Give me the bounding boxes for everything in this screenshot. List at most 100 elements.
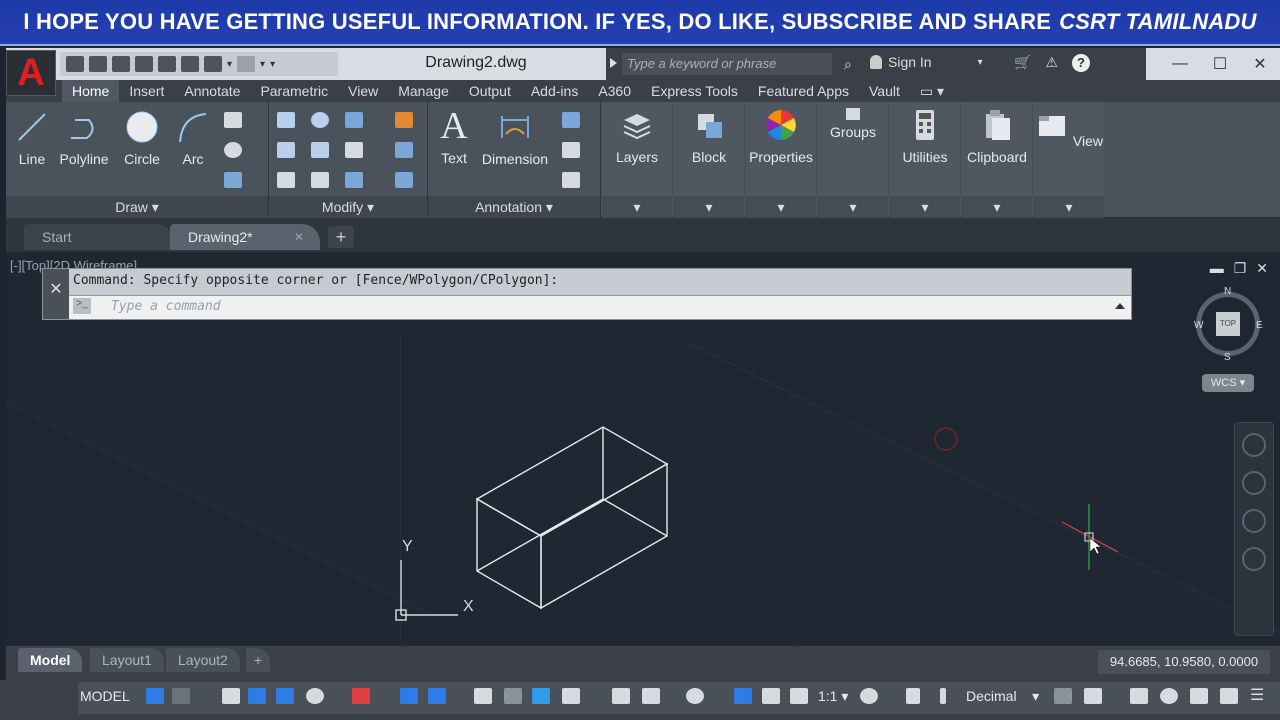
object-snap-tracking-icon[interactable] <box>400 688 418 704</box>
viewport-minimize-icon[interactable]: ▬ <box>1210 260 1224 277</box>
menu-icon[interactable]: ☰ <box>1250 688 1268 704</box>
close-tab-icon[interactable]: ✕ <box>294 224 304 250</box>
sign-in-button[interactable]: Sign In ▾ <box>870 54 983 70</box>
hatch-icon[interactable] <box>224 172 242 188</box>
selection-filter-icon[interactable] <box>642 688 660 704</box>
draw-panel-title[interactable]: Draw ▾ <box>6 196 268 218</box>
rotate-icon[interactable] <box>311 112 329 128</box>
box-wireframe[interactable] <box>475 426 669 610</box>
annotation-visibility-icon[interactable] <box>734 688 752 704</box>
cart-icon[interactable]: 🛒 <box>1014 54 1031 72</box>
command-history-toggle-icon[interactable] <box>1115 303 1125 309</box>
coordinates-display[interactable]: 94.6685, 10.9580, 0.0000 <box>1098 650 1270 674</box>
snap-icon[interactable] <box>172 688 190 704</box>
annotation-monitor-icon[interactable] <box>906 688 920 704</box>
tab-home[interactable]: Home <box>62 80 120 102</box>
ribbon-minimize-toggle-icon[interactable]: ▭ ▾ <box>910 80 954 102</box>
tab-vault[interactable]: Vault <box>859 80 910 102</box>
gizmo-icon[interactable] <box>686 688 704 704</box>
tab-view[interactable]: View <box>338 80 388 102</box>
tab-insert[interactable]: Insert <box>119 80 174 102</box>
plot-to-web-icon[interactable] <box>158 56 176 72</box>
scale-icon[interactable] <box>311 172 329 188</box>
stretch-icon[interactable] <box>277 172 295 188</box>
properties-panel[interactable]: Properties ▾ <box>746 102 816 218</box>
viewcube[interactable]: TOP N S E W <box>1194 286 1264 363</box>
mirror-icon[interactable] <box>311 142 329 158</box>
add-layout-button[interactable]: + <box>246 648 271 672</box>
save-icon[interactable] <box>112 56 130 72</box>
sign-in-dropdown-icon[interactable]: ▾ <box>978 57 983 68</box>
wcs-menu[interactable]: WCS ▾ <box>1202 374 1254 392</box>
tab-a360[interactable]: A360 <box>588 80 641 102</box>
ortho-icon[interactable] <box>276 688 294 704</box>
clipboard-panel[interactable]: Clipboard ▾ <box>962 102 1032 218</box>
line-button[interactable]: Line <box>14 110 50 167</box>
save-as-icon[interactable] <box>135 56 153 72</box>
table-icon[interactable] <box>562 172 580 188</box>
quick-properties-icon[interactable] <box>1054 688 1072 704</box>
viewport-close-icon[interactable]: ✕ <box>1256 260 1268 277</box>
circle-button[interactable]: Circle <box>120 110 164 167</box>
isodraft-icon[interactable] <box>352 688 370 704</box>
lineweight-icon[interactable] <box>474 688 492 704</box>
auto-scale-icon[interactable] <box>762 688 780 704</box>
close-icon[interactable]: ✕ <box>1240 54 1280 74</box>
hardware-acceleration-icon[interactable] <box>1160 688 1178 704</box>
groups-panel[interactable]: Groups ▾ <box>818 102 888 218</box>
redo-dropdown-icon[interactable]: ▾ <box>260 59 265 70</box>
utilities-panel[interactable]: Utilities ▾ <box>890 102 960 218</box>
trim-icon[interactable] <box>345 112 363 128</box>
offset-icon[interactable] <box>395 172 413 188</box>
array-icon[interactable] <box>345 172 363 188</box>
lock-ui-icon[interactable] <box>1084 688 1102 704</box>
clean-screen-icon[interactable] <box>1190 688 1208 704</box>
view-panel[interactable]: View ▾ <box>1034 102 1104 218</box>
new-tab-button[interactable]: + <box>328 226 354 248</box>
viewport-restore-icon[interactable]: ❐ <box>1234 260 1247 277</box>
tab-start[interactable]: Start <box>24 224 174 250</box>
new-icon[interactable] <box>66 56 84 72</box>
arc-button[interactable]: Arc <box>176 110 210 167</box>
orbit-icon[interactable] <box>1242 547 1266 571</box>
minimize-icon[interactable]: — <box>1160 55 1200 73</box>
tab-output[interactable]: Output <box>459 80 521 102</box>
steering-wheel-icon[interactable] <box>1242 433 1266 457</box>
units-selector[interactable]: Decimal ▾ <box>966 688 1039 705</box>
qat-customize-icon[interactable]: ▾ <box>270 59 275 70</box>
fillet-icon[interactable] <box>345 142 363 158</box>
zoom-icon[interactable] <box>1242 509 1266 533</box>
ellipse-icon[interactable] <box>224 142 242 158</box>
copy-icon[interactable] <box>277 142 295 158</box>
selection-cycling-icon[interactable] <box>532 688 550 704</box>
dynamic-input-icon[interactable] <box>248 688 266 704</box>
tab-annotate[interactable]: Annotate <box>174 80 250 102</box>
search-input[interactable]: Type a keyword or phrase <box>622 53 832 75</box>
model-space-button[interactable]: MODEL <box>80 688 130 704</box>
object-snap-icon[interactable] <box>428 688 446 704</box>
command-input[interactable]: Type a command <box>69 295 1131 319</box>
grid-icon[interactable] <box>146 688 164 704</box>
dimension-button[interactable]: Dimension <box>480 110 550 167</box>
tab-add-ins[interactable]: Add-ins <box>521 80 588 102</box>
undo-dropdown-icon[interactable]: ▾ <box>227 59 232 70</box>
viewcube-top-face[interactable]: TOP <box>1216 312 1240 336</box>
tab-featured-apps[interactable]: Featured Apps <box>748 80 859 102</box>
isolate-objects-icon[interactable] <box>1130 688 1148 704</box>
redo-icon[interactable] <box>237 56 256 72</box>
exchange-icon[interactable]: ⚠ <box>1045 54 1058 72</box>
annotation-panel-title[interactable]: Annotation ▾ <box>428 196 600 218</box>
annotation-scale-icon[interactable] <box>790 688 808 704</box>
polyline-button[interactable]: Polyline <box>56 110 112 167</box>
infer-constraints-icon[interactable] <box>222 688 240 704</box>
command-close-icon[interactable]: ✕ <box>43 269 69 319</box>
linear-dim-icon[interactable] <box>562 112 580 128</box>
customization-icon[interactable] <box>1220 688 1238 704</box>
annotation-scale-selector[interactable]: 1:1 ▾ <box>818 688 848 705</box>
tab-manage[interactable]: Manage <box>388 80 459 102</box>
workspace-gear-icon[interactable] <box>860 688 878 704</box>
tab-parametric[interactable]: Parametric <box>250 80 338 102</box>
binoculars-icon[interactable]: ⌕ <box>844 56 852 73</box>
open-icon[interactable] <box>89 56 107 72</box>
move-icon[interactable] <box>277 112 295 128</box>
